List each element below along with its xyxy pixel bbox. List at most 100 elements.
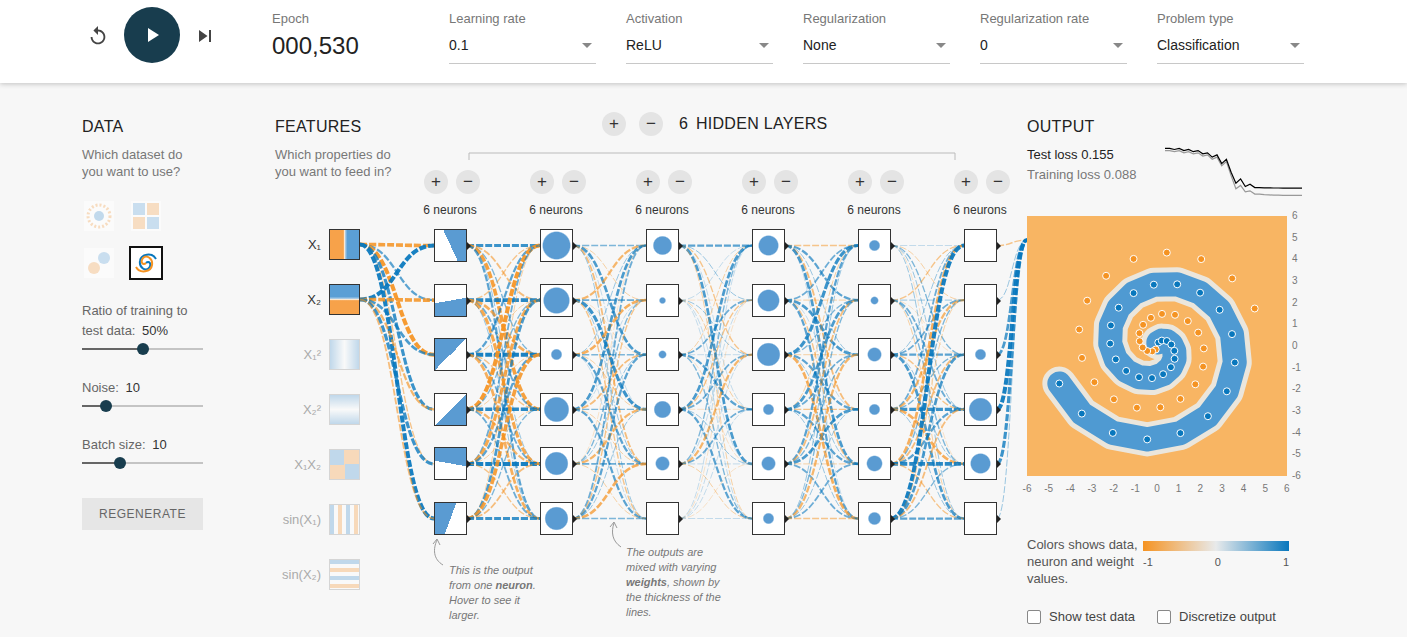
weight-link[interactable]	[785, 246, 858, 464]
weight-link[interactable]	[891, 355, 964, 519]
weight-link[interactable]	[679, 244, 752, 246]
weight-link[interactable]	[360, 245, 434, 355]
reset-button[interactable]	[86, 24, 110, 48]
weight-link[interactable]	[573, 300, 646, 518]
weight-link[interactable]	[360, 245, 434, 519]
control-dropdown[interactable]: 0.1	[449, 35, 596, 64]
weight-link[interactable]	[785, 246, 858, 519]
checkbox[interactable]	[1027, 610, 1041, 624]
step-button[interactable]	[193, 24, 217, 48]
weight-link[interactable]	[785, 246, 858, 301]
neuron[interactable]	[540, 447, 573, 480]
neuron[interactable]	[646, 447, 679, 480]
neuron[interactable]	[646, 502, 679, 535]
weight-link[interactable]	[785, 300, 858, 518]
weight-link[interactable]	[997, 240, 1027, 519]
add-neuron-button[interactable]: +	[742, 170, 766, 194]
weight-link[interactable]	[467, 409, 540, 518]
weight-link[interactable]	[679, 355, 752, 519]
weight-link[interactable]	[573, 245, 646, 246]
neuron[interactable]	[540, 502, 573, 535]
remove-neuron-button[interactable]: −	[774, 170, 798, 194]
weight-link[interactable]	[573, 464, 646, 519]
weight-link[interactable]	[573, 246, 646, 519]
weight-link[interactable]	[785, 409, 858, 518]
weight-link[interactable]	[679, 409, 752, 518]
weight-link[interactable]	[467, 246, 540, 355]
weight-link[interactable]	[679, 518, 752, 519]
feature-node[interactable]	[329, 284, 360, 315]
weight-link[interactable]	[467, 300, 540, 518]
neuron[interactable]	[964, 284, 997, 317]
weight-link[interactable]	[679, 464, 752, 519]
neuron[interactable]	[964, 447, 997, 480]
neuron[interactable]	[646, 338, 679, 371]
weight-link[interactable]	[467, 246, 540, 519]
checkbox-option[interactable]: Discretize output	[1157, 609, 1276, 624]
weight-link[interactable]	[891, 246, 964, 355]
dataset-thumbnail[interactable]	[82, 199, 116, 233]
weight-link[interactable]	[891, 300, 964, 518]
weight-link[interactable]	[679, 246, 752, 410]
neuron[interactable]	[752, 338, 785, 371]
weight-link[interactable]	[785, 246, 858, 519]
weight-link[interactable]	[573, 355, 646, 519]
add-neuron-button[interactable]: +	[954, 170, 978, 194]
weight-link[interactable]	[467, 246, 540, 464]
weight-link[interactable]	[679, 246, 752, 519]
neuron[interactable]	[858, 229, 891, 262]
slider[interactable]	[82, 398, 203, 414]
weight-link[interactable]	[891, 246, 964, 355]
weight-link[interactable]	[679, 246, 752, 301]
remove-neuron-button[interactable]: −	[880, 170, 904, 194]
weight-link[interactable]	[467, 517, 540, 520]
neuron[interactable]	[752, 284, 785, 317]
weight-link[interactable]	[785, 246, 858, 355]
add-neuron-button[interactable]: +	[636, 170, 660, 194]
neuron[interactable]	[964, 393, 997, 426]
weight-link[interactable]	[467, 464, 540, 519]
dataset-thumbnail[interactable]	[129, 246, 163, 280]
control-dropdown[interactable]: ReLU	[626, 35, 773, 64]
weight-link[interactable]	[679, 409, 752, 518]
neuron[interactable]	[752, 229, 785, 262]
weight-link[interactable]	[360, 245, 434, 464]
neuron[interactable]	[434, 393, 467, 426]
weight-link[interactable]	[679, 246, 752, 464]
neuron[interactable]	[540, 284, 573, 317]
weight-link[interactable]	[467, 246, 540, 355]
neuron[interactable]	[646, 229, 679, 262]
weight-link[interactable]	[360, 300, 434, 464]
neuron[interactable]	[964, 502, 997, 535]
weight-link[interactable]	[679, 300, 752, 518]
weight-link[interactable]	[679, 300, 752, 518]
add-neuron-button[interactable]: +	[424, 170, 448, 194]
weight-link[interactable]	[891, 409, 964, 518]
play-button[interactable]	[124, 7, 180, 63]
weight-link[interactable]	[891, 464, 964, 519]
weight-link[interactable]	[679, 464, 752, 519]
weight-link[interactable]	[679, 246, 752, 355]
neuron[interactable]	[752, 447, 785, 480]
weight-link[interactable]	[573, 246, 646, 355]
neuron[interactable]	[752, 502, 785, 535]
neuron[interactable]	[434, 447, 467, 480]
weight-link[interactable]	[891, 409, 964, 518]
weight-link[interactable]	[573, 246, 646, 519]
weight-link[interactable]	[997, 240, 1027, 464]
control-dropdown[interactable]: 0	[980, 35, 1127, 64]
neuron[interactable]	[540, 393, 573, 426]
neuron[interactable]	[858, 338, 891, 371]
weight-link[interactable]	[360, 300, 434, 410]
neuron[interactable]	[540, 338, 573, 371]
add-neuron-button[interactable]: +	[530, 170, 554, 194]
feature-node[interactable]	[329, 339, 360, 370]
dataset-thumbnail[interactable]	[129, 199, 163, 233]
weight-link[interactable]	[891, 246, 964, 464]
weight-link[interactable]	[573, 409, 646, 518]
feature-node[interactable]	[329, 504, 360, 535]
weight-link[interactable]	[573, 246, 646, 355]
remove-layer-button[interactable]: −	[639, 112, 663, 136]
feature-node[interactable]	[329, 229, 360, 260]
weight-link[interactable]	[467, 409, 540, 518]
